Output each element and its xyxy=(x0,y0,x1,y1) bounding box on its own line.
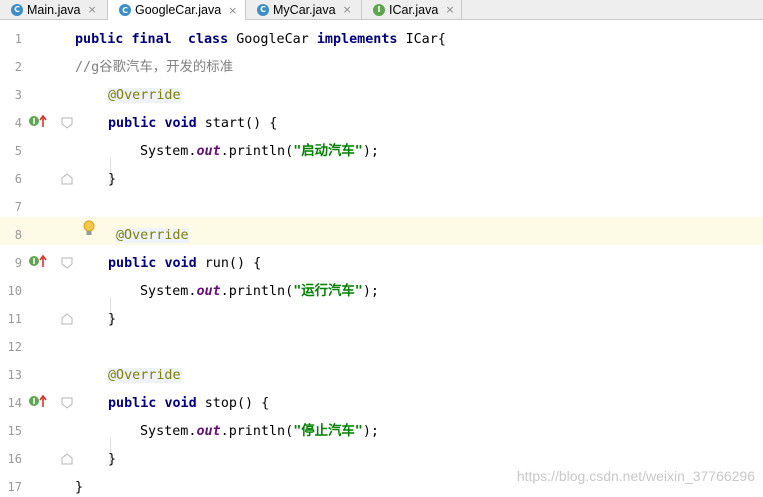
tab-googlecar-java[interactable]: C GoogleCar.java × xyxy=(108,0,246,20)
line-number: 15 xyxy=(7,424,22,438)
field: out xyxy=(196,144,221,159)
tab-main-java[interactable]: C Main.java × xyxy=(0,0,108,19)
editor-tab-bar: C Main.java × C GoogleCar.java × C MyCar… xyxy=(0,0,763,20)
class-icon: C xyxy=(119,4,131,16)
field: out xyxy=(196,284,221,299)
tab-label: MyCar.java xyxy=(273,2,336,17)
keyword: implements xyxy=(316,32,398,47)
closing-brace: } xyxy=(75,480,84,495)
implements-method-icon[interactable]: I xyxy=(28,114,48,128)
keyword: public xyxy=(75,32,124,47)
keyword: final xyxy=(131,32,172,47)
annotation: @Override xyxy=(108,88,181,103)
close-icon[interactable]: × xyxy=(88,3,97,16)
class-icon: C xyxy=(11,3,23,16)
closing-brace: } xyxy=(108,312,117,327)
watermark: https://blog.csdn.net/weixin_37766296 xyxy=(516,468,755,484)
fold-marker-icon[interactable] xyxy=(61,257,73,269)
close-icon[interactable]: × xyxy=(228,4,237,17)
line-number: 17 xyxy=(7,480,22,494)
line-number: 1 xyxy=(14,32,22,46)
annotation: @Override xyxy=(108,368,181,383)
code-text: ); xyxy=(362,144,379,159)
code-text: ); xyxy=(362,284,379,299)
interface-icon: I xyxy=(373,3,385,16)
code-text: System. xyxy=(140,144,197,159)
closing-brace: } xyxy=(108,172,117,187)
code-line: @Override xyxy=(108,87,181,105)
line-number: 6 xyxy=(14,172,22,186)
code-line: System.out.println("启动汽车"); xyxy=(140,144,379,159)
keyword: void xyxy=(164,396,197,411)
code-line: System.out.println("停止汽车"); xyxy=(140,424,379,439)
line-number: 14 xyxy=(7,396,22,410)
line-number: 2 xyxy=(14,60,22,74)
fold-marker-icon[interactable] xyxy=(61,117,73,129)
closing-brace: } xyxy=(108,452,117,467)
implements-method-icon[interactable]: I xyxy=(28,254,48,268)
method-signature: run() { xyxy=(204,256,262,271)
keyword: void xyxy=(164,116,197,131)
implements-method-icon[interactable]: I xyxy=(28,394,48,408)
code-text: println( xyxy=(228,284,294,299)
method-signature: start() { xyxy=(204,116,278,131)
fold-marker-icon[interactable] xyxy=(61,397,73,409)
fold-marker-icon[interactable] xyxy=(61,313,73,325)
fold-marker-icon[interactable] xyxy=(61,173,73,185)
keyword: void xyxy=(164,256,197,271)
tab-label: ICar.java xyxy=(389,2,439,17)
class-icon: C xyxy=(257,3,269,16)
tab-mycar-java[interactable]: C MyCar.java × xyxy=(246,0,362,19)
line-number: 12 xyxy=(7,340,22,354)
line-number: 8 xyxy=(14,228,22,242)
close-icon[interactable]: × xyxy=(445,3,454,16)
annotation: @Override xyxy=(116,228,189,243)
line-number: 10 xyxy=(7,284,22,298)
code-text: System. xyxy=(140,424,197,439)
line-number: 13 xyxy=(7,368,22,382)
keyword: public xyxy=(108,256,157,271)
code-line: public void run() { xyxy=(108,255,261,273)
line-number: 4 xyxy=(14,116,22,130)
line-number: 11 xyxy=(7,312,22,326)
keyword: public xyxy=(108,116,157,131)
svg-text:I: I xyxy=(33,257,36,266)
code-editor[interactable]: 1 2 3 4 5 6 7 8 9 10 11 12 13 14 15 16 1… xyxy=(0,20,763,495)
code-line: System.out.println("运行汽车"); xyxy=(140,284,379,299)
line-number: 5 xyxy=(14,144,22,158)
code-line: public final class GoogleCar implements … xyxy=(75,31,446,49)
fold-marker-icon[interactable] xyxy=(61,453,73,465)
code-text: println( xyxy=(228,424,294,439)
code-text: println( xyxy=(228,144,294,159)
line-number: 7 xyxy=(14,200,22,214)
tab-label: Main.java xyxy=(27,2,81,17)
keyword: public xyxy=(108,396,157,411)
code-line: @Override xyxy=(116,227,189,245)
line-number: 16 xyxy=(7,452,22,466)
string-literal: "停止汽车" xyxy=(293,424,363,439)
method-signature: stop() { xyxy=(204,396,270,411)
code-comment: //g谷歌汽车，开发的标准 xyxy=(75,60,234,75)
code-text: ); xyxy=(362,424,379,439)
string-literal: "启动汽车" xyxy=(293,144,363,159)
lightbulb-icon[interactable] xyxy=(82,220,96,238)
line-number-gutter: 1 2 3 4 5 6 7 8 9 10 11 12 13 14 15 16 1… xyxy=(0,20,30,494)
current-line-highlight xyxy=(0,217,763,245)
code-line: @Override xyxy=(108,367,181,385)
line-number: 9 xyxy=(14,256,22,270)
close-icon[interactable]: × xyxy=(343,3,352,16)
tab-icar-java[interactable]: I ICar.java × xyxy=(362,0,462,19)
tab-label: GoogleCar.java xyxy=(135,3,222,17)
class-name: GoogleCar xyxy=(236,32,309,47)
svg-text:I: I xyxy=(33,117,36,126)
string-literal: "运行汽车" xyxy=(293,284,363,299)
keyword: class xyxy=(187,32,229,47)
code-text: System. xyxy=(140,284,197,299)
interface-name: ICar{ xyxy=(405,32,446,47)
line-number: 3 xyxy=(14,88,22,102)
field: out xyxy=(196,424,221,439)
svg-text:I: I xyxy=(33,397,36,406)
code-line: public void stop() { xyxy=(108,395,269,413)
code-line: public void start() { xyxy=(108,115,277,133)
